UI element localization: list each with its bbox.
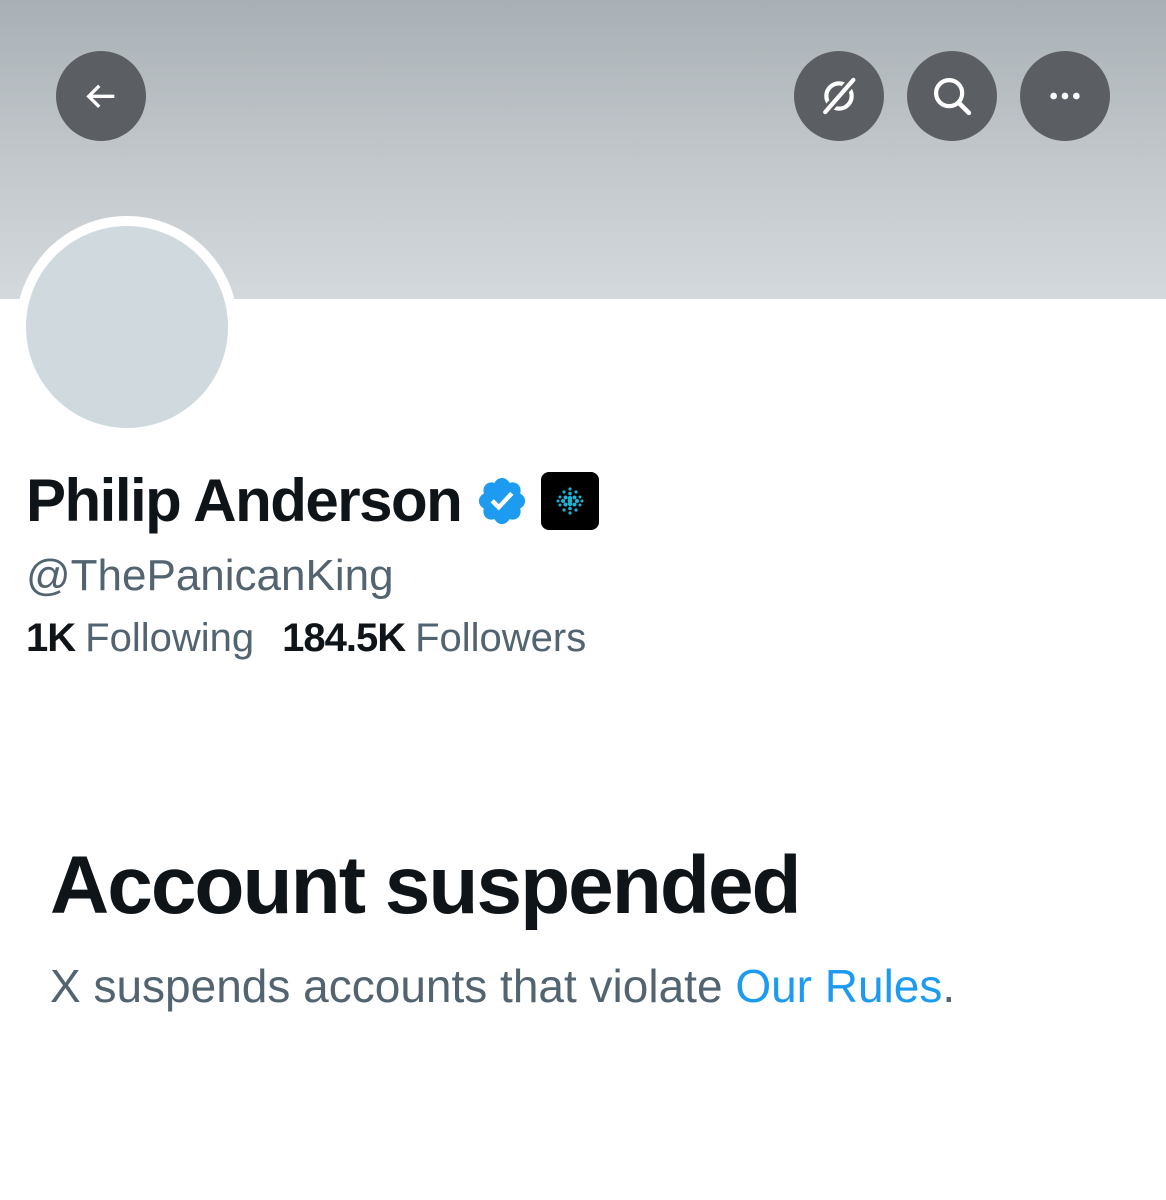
avatar[interactable]	[26, 226, 228, 428]
back-button[interactable]	[56, 51, 146, 141]
suspended-title: Account suspended	[50, 840, 802, 931]
more-horizontal-icon	[1050, 92, 1080, 100]
our-rules-link[interactable]: Our Rules	[735, 960, 942, 1012]
following-link[interactable]: 1K Following	[26, 614, 254, 662]
profile-name-row: Philip Anderson	[26, 466, 600, 536]
more-options-button[interactable]	[1020, 51, 1110, 141]
arrow-left-icon	[86, 84, 115, 108]
suspended-message-text: X suspends accounts that violate	[50, 960, 736, 1012]
followers-label: Followers	[415, 616, 587, 660]
display-name: Philip Anderson	[26, 467, 463, 534]
follow-stats: 1K Following 184.5K Followers	[26, 614, 586, 662]
search-button[interactable]	[907, 51, 997, 141]
suspended-message-end: .	[942, 960, 956, 1012]
affiliate-logo-icon[interactable]	[541, 472, 600, 530]
following-count: 1K	[26, 616, 76, 660]
search-icon	[933, 77, 972, 116]
user-handle: @ThePanicanKing	[26, 551, 394, 600]
following-label: Following	[85, 616, 255, 660]
suspended-message: X suspends accounts that violate Our Rul…	[50, 958, 955, 1014]
verified-check-icon[interactable]	[475, 474, 529, 528]
grok-button[interactable]	[794, 51, 884, 141]
grok-slash-icon	[820, 75, 859, 117]
followers-link[interactable]: 184.5K Followers	[282, 614, 586, 662]
followers-count: 184.5K	[282, 616, 406, 660]
